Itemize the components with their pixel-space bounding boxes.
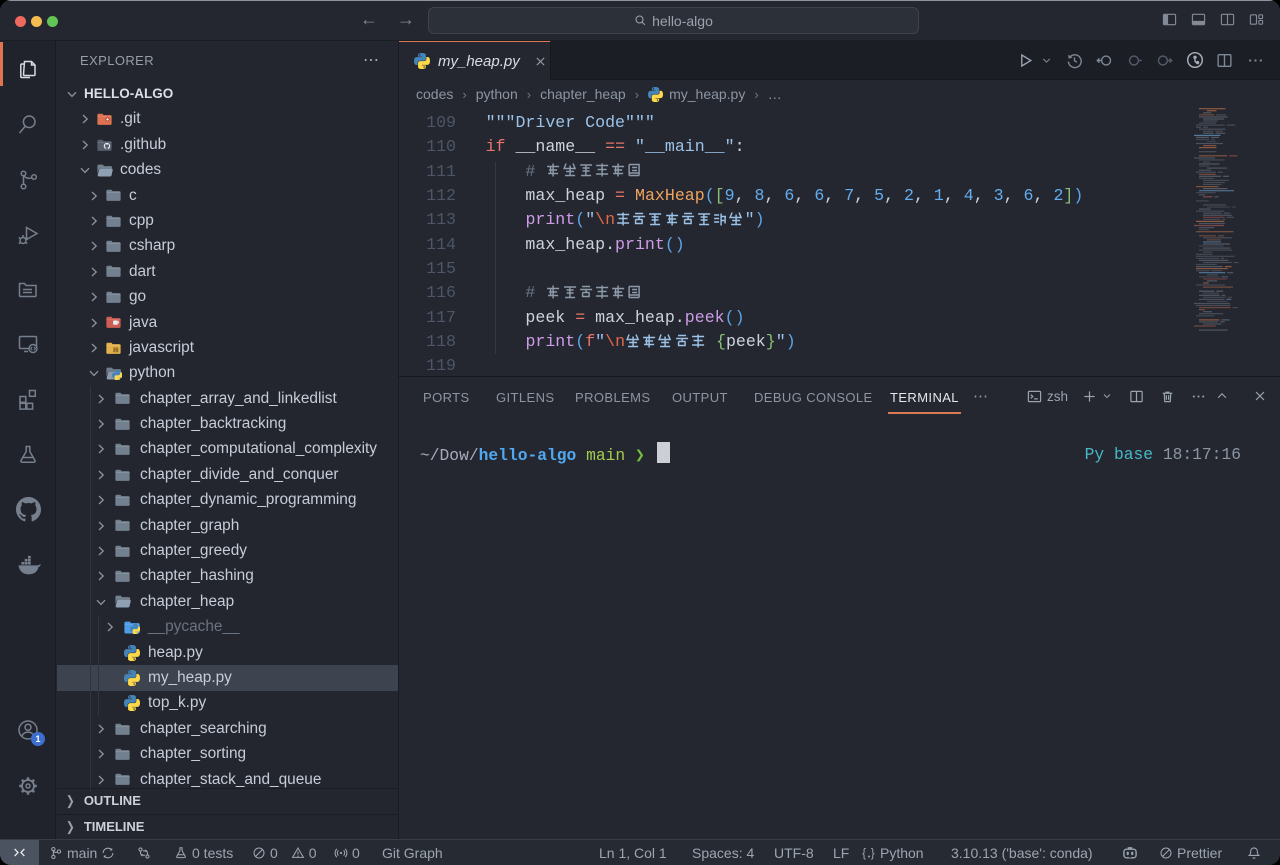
svg-text:}: }	[871, 846, 875, 860]
svg-text:{: {	[862, 846, 866, 860]
svg-text:JS: JS	[113, 347, 118, 352]
